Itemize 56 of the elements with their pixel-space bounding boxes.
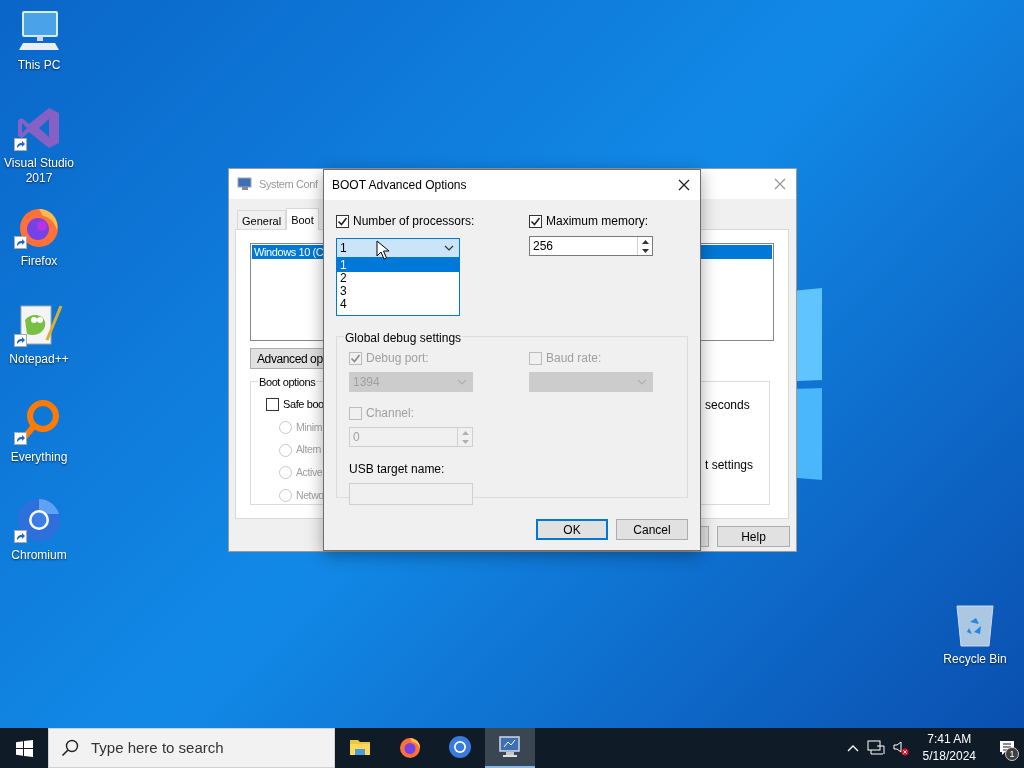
checkbox-label: Number of processors: <box>353 213 475 230</box>
chromium-icon[interactable] <box>15 496 63 544</box>
icon-label[interactable]: Everything <box>0 450 78 465</box>
firefox-icon <box>398 735 422 759</box>
spin-buttons[interactable] <box>637 237 652 255</box>
search-box[interactable]: Type here to search <box>48 728 335 768</box>
tab[interactable]: General <box>237 210 287 229</box>
field-label: USB target name: <box>349 461 446 478</box>
search-field[interactable]: Type here to search <box>91 736 321 760</box>
icon-label[interactable]: This PC <box>0 58 78 73</box>
clock-date[interactable]: 5/18/2024 <box>922 748 976 765</box>
dialog-button[interactable]: OK <box>536 519 608 540</box>
dialog-button[interactable]: Cancel <box>616 519 688 540</box>
dropdown-option[interactable]: 2 <box>337 272 459 285</box>
checkbox-label: t settings <box>705 457 754 474</box>
taskbar-button[interactable] <box>485 728 535 768</box>
chromium-icon <box>448 735 472 759</box>
icon-label[interactable]: Notepad++ <box>0 352 78 367</box>
checkbox-label: Maximum memory: <box>546 213 648 230</box>
radio-label: Active <box>296 465 323 480</box>
dropdown-option[interactable]: 4 <box>337 298 459 311</box>
checkbox-label: Safe boo <box>283 397 324 412</box>
help-button[interactable]: Help <box>717 526 790 547</box>
app-icon <box>237 176 253 192</box>
radio-label: Netwo <box>296 487 324 503</box>
close-icon[interactable] <box>678 179 690 191</box>
dialog-title: BOOT Advanced Options <box>332 177 467 194</box>
window-title: System Conf <box>259 176 318 192</box>
checkbox-label: Baud rate: <box>546 350 602 367</box>
icon-label[interactable]: Firefox <box>0 254 78 269</box>
icon-label[interactable]: Visual Studio 2017 <box>0 156 78 186</box>
notification-badge: 1 <box>1005 747 1019 761</box>
number-field[interactable]: 256 <box>529 236 653 256</box>
clock-time[interactable]: 7:41 AM <box>922 731 976 748</box>
tab[interactable]: Boot <box>286 208 319 230</box>
windows-logo-icon <box>15 739 33 757</box>
checkbox-label: Channel: <box>366 405 415 422</box>
monitor-icon <box>498 735 522 759</box>
icon-label[interactable]: Chromium <box>0 548 78 563</box>
chevron-up-icon[interactable] <box>846 744 859 752</box>
dropdown-value: 1 <box>340 240 347 257</box>
field-value: 0 <box>353 429 360 446</box>
network-icon[interactable] <box>866 740 885 756</box>
checkbox[interactable] <box>336 214 349 228</box>
dropdown-option[interactable]: 3 <box>337 285 459 298</box>
checkbox[interactable] <box>266 397 279 411</box>
radio-label: Altern <box>296 442 322 458</box>
field-value: 256 <box>533 238 554 255</box>
search-icon <box>61 739 79 757</box>
checkbox-label: Debug port: <box>366 350 429 367</box>
checkbox[interactable] <box>529 214 542 228</box>
icon-label[interactable]: Recycle Bin <box>936 652 1014 667</box>
dropdown-option[interactable]: 1 <box>337 259 459 272</box>
unit-label: seconds <box>705 397 751 414</box>
speaker-muted-icon[interactable] <box>892 740 909 756</box>
radio-label: Minim <box>296 419 322 435</box>
